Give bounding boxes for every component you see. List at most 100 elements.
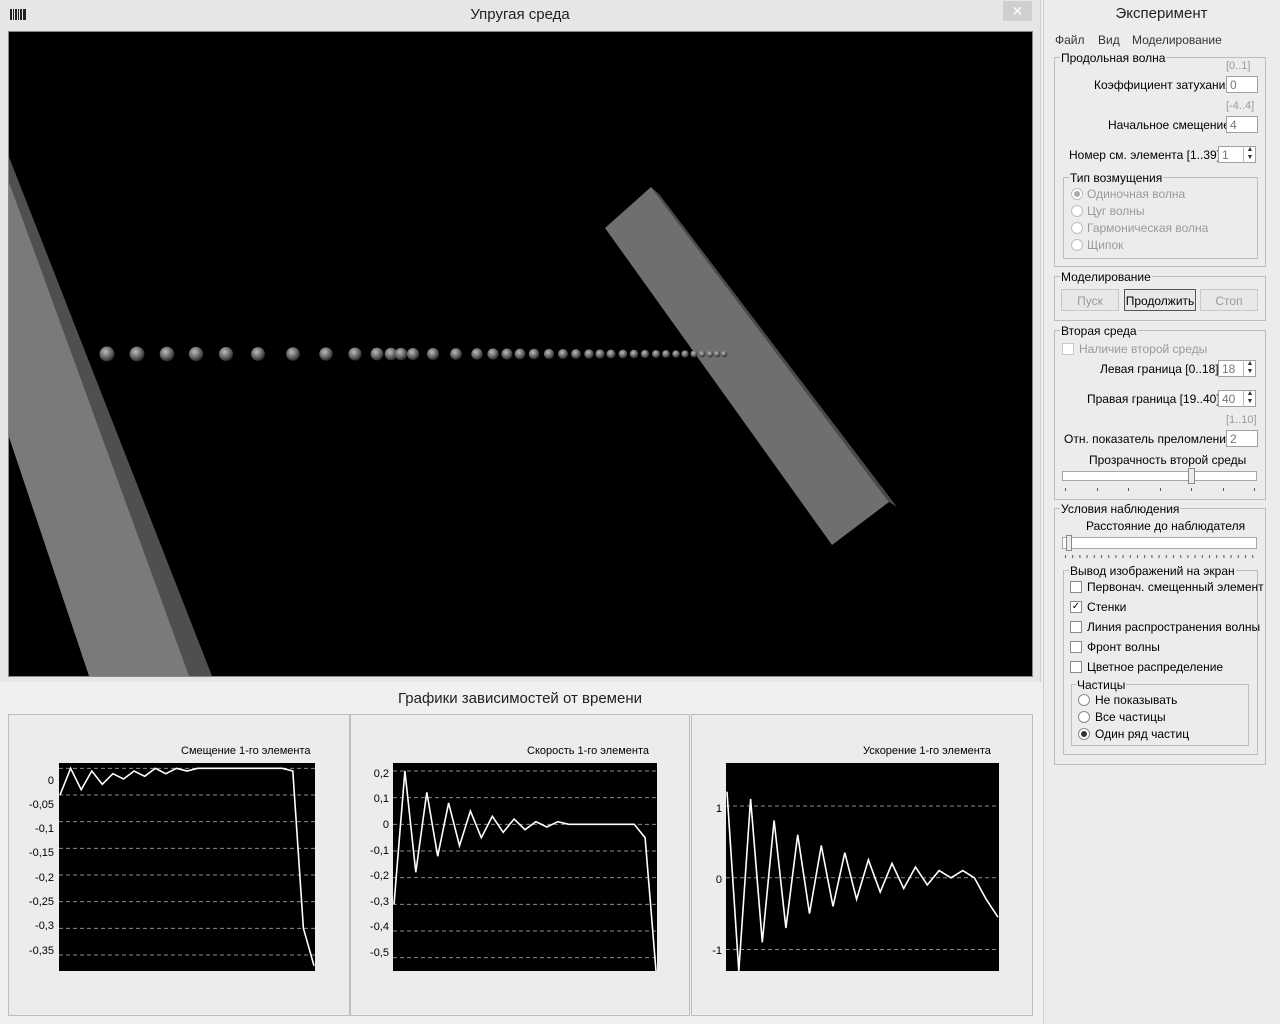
ytick: -0,2: [370, 870, 389, 882]
ytick: -0,1: [370, 845, 389, 857]
particle: [501, 348, 513, 360]
particle: [348, 347, 362, 361]
checkbox-color-distribution[interactable]: [1070, 661, 1082, 673]
second-medium-checkbox[interactable]: [1062, 343, 1074, 355]
radio-wave-train[interactable]: [1071, 205, 1083, 217]
ytick: -0,5: [370, 947, 389, 959]
offset-input[interactable]: 4: [1226, 116, 1258, 133]
particle-row: [99, 346, 728, 362]
radio-single-wave[interactable]: [1071, 188, 1083, 200]
series-line: [726, 791, 999, 972]
particle: [188, 346, 204, 362]
plot-svg-displacement: [59, 766, 315, 966]
group-label-second-medium: Вторая среда: [1060, 324, 1138, 338]
ytick: -0,35: [28, 945, 54, 957]
radio-one-row[interactable]: [1078, 728, 1090, 740]
graph-panel-displacement: Смещение 1-го элемента 0 -0,05 -0,1 -0,1…: [8, 714, 350, 1016]
slider-ticks: [1065, 555, 1254, 558]
graphs-title: Графики зависимостей от времени: [397, 690, 642, 707]
checkbox-label: Фронт волны: [1087, 640, 1160, 654]
radio-label: Все частицы: [1095, 710, 1166, 724]
radio-all-particles[interactable]: [1078, 711, 1090, 723]
checkbox-label: Цветное распределение: [1087, 660, 1224, 674]
particle: [450, 348, 462, 360]
series-line: [59, 766, 315, 966]
ytick: -1: [712, 945, 722, 957]
particle: [159, 346, 175, 362]
distance-slider-thumb[interactable]: [1066, 535, 1072, 551]
particle: [471, 348, 483, 360]
start-button[interactable]: Пуск: [1061, 289, 1119, 311]
particle: [543, 348, 555, 360]
particle: [514, 348, 526, 360]
continue-button[interactable]: Продолжить: [1124, 289, 1196, 311]
ytick: -0,15: [28, 847, 54, 859]
particle: [595, 349, 605, 359]
graph-title-acceleration: Ускорение 1-го элемента: [863, 745, 991, 757]
ytick: -0,25: [28, 896, 54, 908]
particle: [672, 350, 680, 358]
ytick: -0,3: [35, 920, 54, 932]
particle: [370, 347, 384, 361]
spin-arrows-icon[interactable]: ▲ ▼: [1243, 146, 1256, 163]
particle: [487, 348, 499, 360]
ytick: 0,1: [373, 793, 389, 805]
damping-label: Коэффициент затухания: [1094, 78, 1232, 92]
particle: [690, 350, 698, 358]
particle: [629, 349, 639, 359]
particle: [251, 347, 265, 361]
spin-arrows-icon[interactable]: ▲ ▼: [1243, 390, 1256, 407]
experiment-title: Эксперимент: [1115, 5, 1208, 22]
index-label: Отн. показатель преломления: [1064, 432, 1233, 446]
checkbox-wave-front[interactable]: [1070, 641, 1082, 653]
radio-label: Цуг волны: [1087, 204, 1145, 218]
ytick: 0,2: [373, 768, 389, 780]
radio-hide-particles[interactable]: [1078, 694, 1090, 706]
close-button[interactable]: ✕: [1003, 1, 1032, 21]
graph-panel-velocity: Скорость 1-го элемента 0,2 0,1 0 -0,1 -0…: [350, 714, 690, 1016]
ytick: -0,3: [370, 896, 389, 908]
plot-svg-velocity: [393, 770, 657, 972]
graph-title-velocity: Скорость 1-го элемента: [527, 745, 649, 757]
checkbox-walls[interactable]: ✓: [1070, 601, 1082, 613]
right-wall: [605, 187, 889, 545]
radio-label: Гармоническая волна: [1087, 221, 1209, 235]
menu-file[interactable]: Файл: [1055, 33, 1085, 47]
ytick: 0: [382, 819, 389, 831]
ytick: 0: [47, 775, 54, 787]
element-label: Номер см. элемента [1..39]: [1069, 148, 1221, 162]
checkbox-initial-element[interactable]: [1070, 581, 1082, 593]
plot-area-acceleration: [726, 763, 999, 972]
menu-view[interactable]: Вид: [1098, 33, 1120, 47]
particle: [651, 349, 661, 359]
index-input[interactable]: 2: [1226, 430, 1258, 447]
second-medium-label: Наличие второй среды: [1079, 342, 1208, 356]
radio-pluck[interactable]: [1071, 239, 1083, 251]
scene-viewport[interactable]: [8, 31, 1033, 677]
checkbox-propagation-line[interactable]: [1070, 621, 1082, 633]
transparency-slider[interactable]: [1062, 471, 1257, 481]
group-label-particles: Частицы: [1076, 678, 1127, 692]
particle: [706, 350, 714, 358]
index-range: [1..10]: [1226, 414, 1257, 426]
radio-label: Один ряд частиц: [1095, 727, 1190, 741]
series-line: [393, 770, 657, 972]
radio-label: Одиночная волна: [1087, 187, 1186, 201]
menu-modeling[interactable]: Моделирование: [1132, 33, 1222, 47]
particle: [218, 346, 234, 362]
damping-input[interactable]: 0: [1226, 76, 1258, 93]
plot-area-displacement: [59, 763, 315, 971]
radio-harmonic-wave[interactable]: [1071, 222, 1083, 234]
spin-arrows-icon[interactable]: ▲ ▼: [1243, 360, 1256, 377]
particle: [286, 347, 300, 361]
slider-ticks: [1065, 488, 1255, 491]
particle: [99, 346, 115, 362]
particle: [713, 350, 721, 358]
checkbox-label: Первонач. смещенный элемент: [1087, 580, 1264, 594]
ytick: -0,4: [370, 921, 389, 933]
stop-button[interactable]: Стоп: [1200, 289, 1258, 311]
transparency-slider-thumb[interactable]: [1188, 468, 1195, 484]
offset-range: [-4..4]: [1226, 100, 1255, 112]
distance-slider[interactable]: [1062, 537, 1257, 549]
scene-svg: [9, 157, 897, 676]
